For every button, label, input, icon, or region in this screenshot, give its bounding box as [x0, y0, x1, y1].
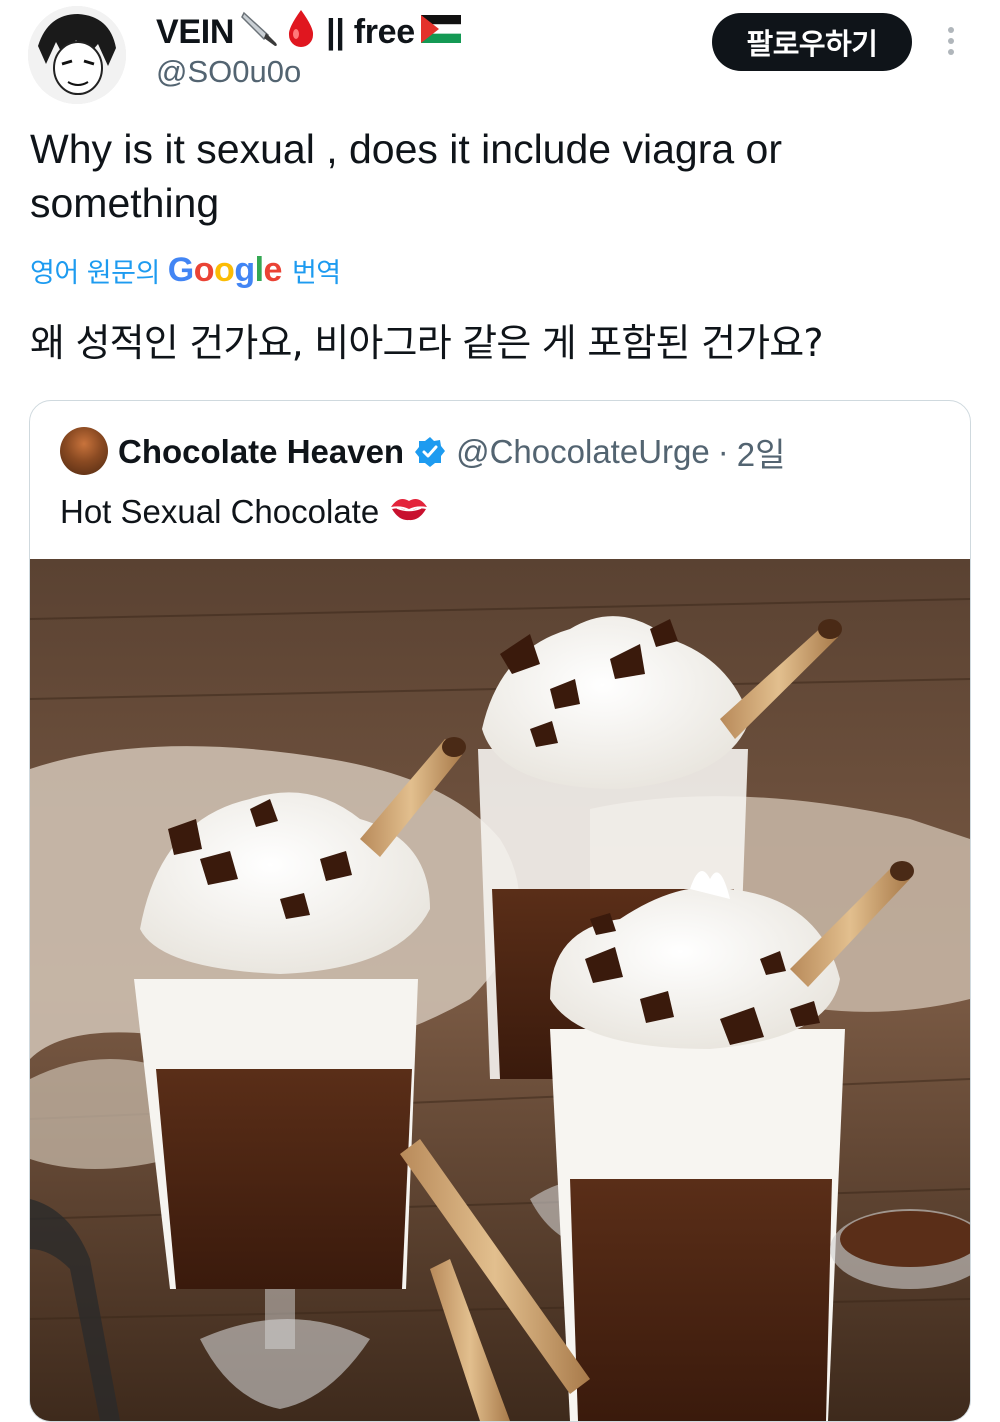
author-avatar[interactable]	[28, 6, 126, 104]
blood-drop-icon	[286, 8, 316, 57]
quoted-tweet[interactable]: Chocolate Heaven @ChocolateUrge · 2일 Hot…	[29, 400, 971, 1422]
more-options-icon[interactable]	[938, 22, 964, 62]
author-handle[interactable]: @SO0u0o	[156, 54, 301, 90]
google-logo: Google	[167, 250, 283, 289]
translate-suffix: 번역	[291, 257, 341, 289]
tweet-text: Why is it sexual , does it include viagr…	[30, 126, 782, 226]
quoted-header: Chocolate Heaven @ChocolateUrge · 2일	[118, 427, 785, 477]
quoted-media-image[interactable]	[30, 559, 970, 1421]
translation-attribution[interactable]: 영어 원문의 Google 번역	[30, 248, 341, 292]
author-name[interactable]: VEIN	[156, 13, 234, 52]
knife-icon	[240, 9, 280, 56]
palestine-flag-icon	[420, 13, 461, 52]
meta-separator: ·	[717, 433, 729, 470]
quoted-author-avatar[interactable]	[60, 427, 108, 475]
quoted-author-name[interactable]: Chocolate Heaven	[118, 433, 404, 471]
kiss-mark-icon	[389, 493, 429, 531]
translate-prefix: 영어 원문의	[30, 257, 160, 289]
author-name-suffix: || free	[326, 12, 415, 51]
quoted-author-handle[interactable]: @ChocolateUrge	[456, 433, 710, 471]
verified-badge-icon	[414, 436, 446, 468]
quoted-text-row: Hot Sexual Chocolate	[60, 493, 429, 531]
quoted-text: Hot Sexual Chocolate	[60, 493, 380, 530]
quoted-timestamp[interactable]: 2일	[737, 428, 786, 476]
author-name-row[interactable]: VEIN || free	[156, 8, 461, 57]
translated-text: 왜 성적인 건가요, 비아그라 같은 게 포함된 건가요?	[30, 321, 824, 365]
follow-button[interactable]: 팔로우하기	[712, 13, 912, 71]
